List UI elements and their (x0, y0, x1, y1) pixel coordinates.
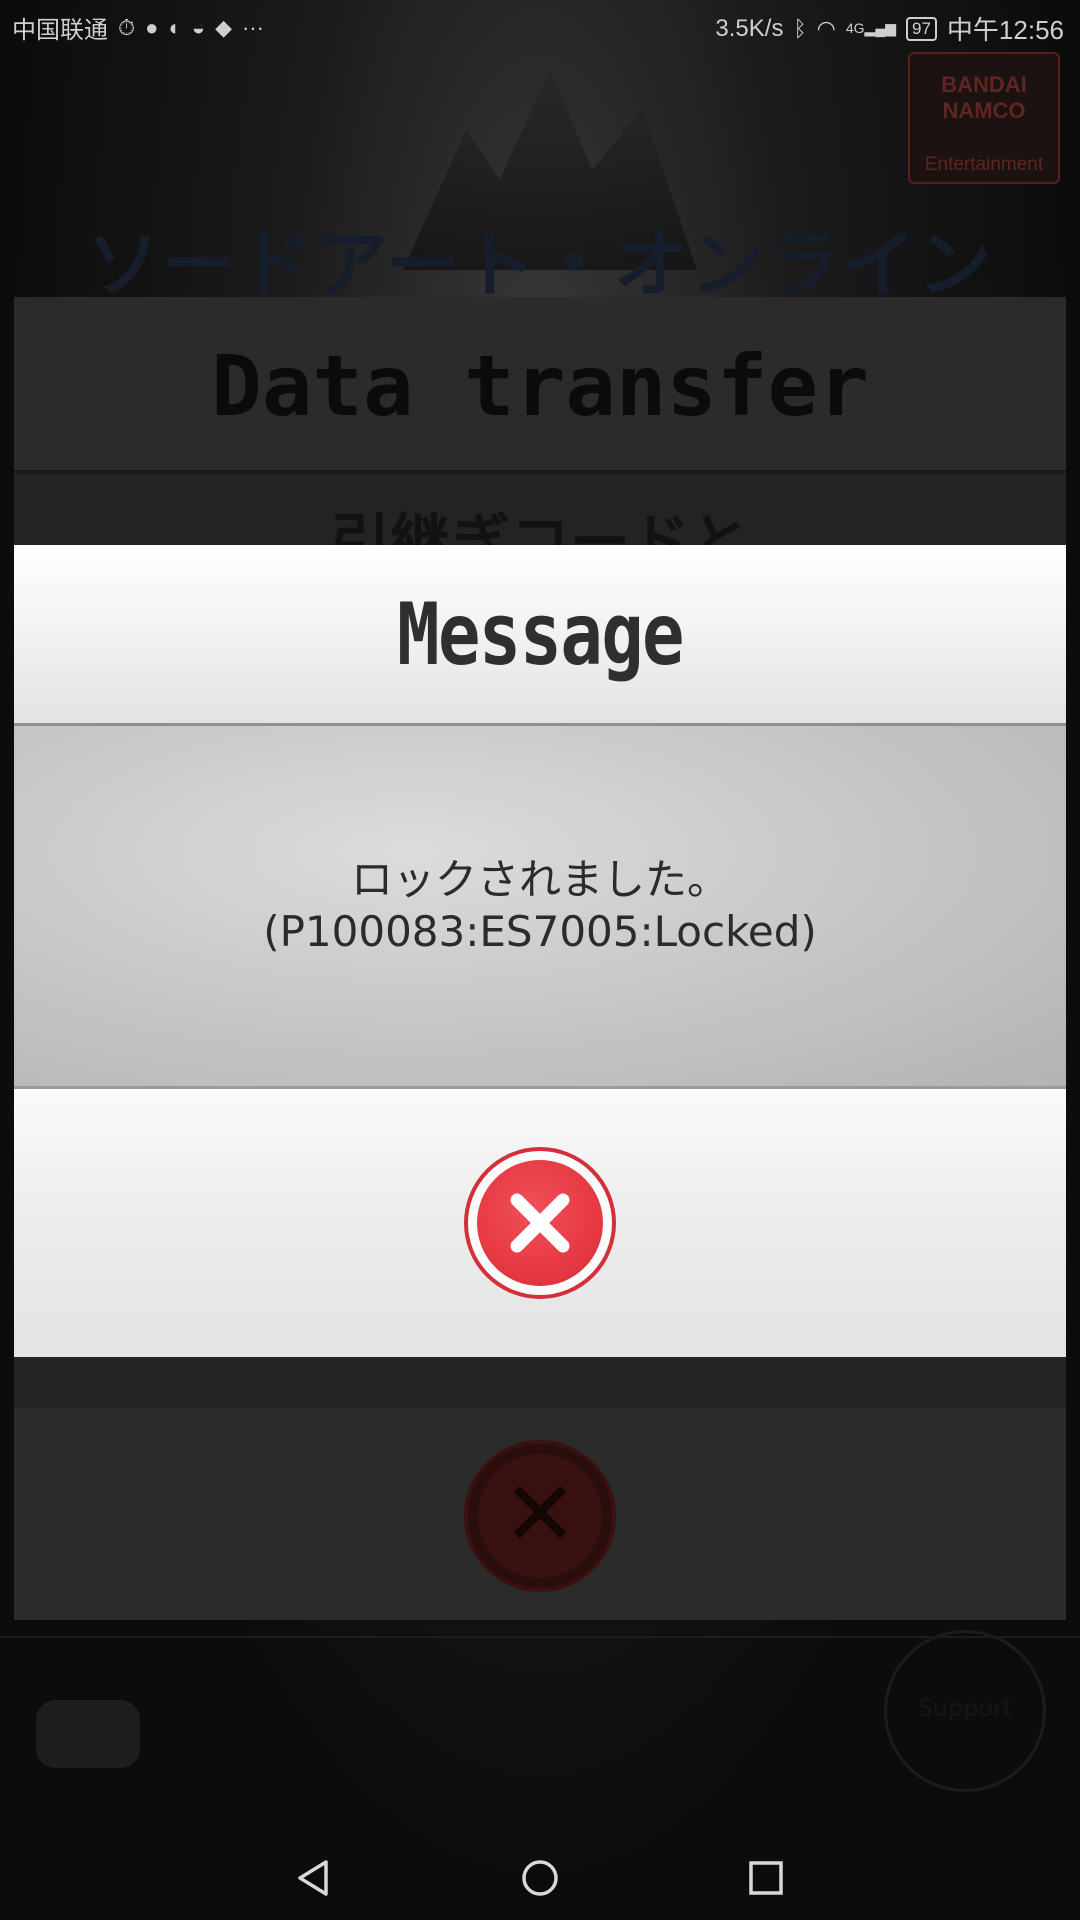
app-notification-icon: ◐ (168, 14, 182, 40)
recents-button[interactable] (738, 1850, 794, 1906)
clock: 中午12:56 (946, 15, 1064, 45)
support-label: Support (917, 1694, 1013, 1722)
close-x-icon (510, 1193, 570, 1253)
game-title-logo: ソードアート・オンライン (86, 222, 994, 308)
logo-text-1: BANDAI (941, 72, 1027, 97)
message-dialog: Message ロックされました。 (P100083:ES7005:Locked… (14, 545, 1066, 1357)
background-close-icon: ✕ (502, 1462, 578, 1567)
logo-text-2: NAMCO (942, 98, 1026, 123)
recents-square-icon (749, 1861, 783, 1895)
home-circle-icon (522, 1860, 558, 1896)
error-code: (P100083:ES7005:Locked) (263, 907, 817, 956)
signal-icon: 4G▂▄▆ (845, 20, 896, 36)
dialog-header: Message (14, 545, 1066, 726)
battery-level: 97 (912, 18, 931, 38)
status-bar: 中国联通 ⏱ ● ◐ ◒ ◆ ··· 3.5K/s ᛒ ◠ 4G▂▄▆ 97 中… (0, 0, 1080, 50)
wifi-icon: ◠ (816, 15, 836, 41)
back-button[interactable] (286, 1850, 342, 1906)
carrier-name: 中国联通 (12, 17, 108, 44)
more-notifications-icon: ··· (241, 14, 264, 40)
bluetooth-icon: ᛒ (793, 15, 807, 41)
gamepad-icon (36, 1700, 140, 1768)
support-button: Support (884, 1630, 1046, 1792)
background-panel-title: Data transfer (211, 337, 869, 435)
background-panel-header: Data transfer (14, 297, 1066, 474)
dialog-title: Message (397, 585, 684, 685)
divider (0, 1636, 1080, 1638)
headset-icon: ◒ (191, 14, 206, 40)
background-close-button: ✕ (464, 1440, 616, 1592)
dialog-message: ロックされました。 (P100083:ES7005:Locked) (14, 854, 1066, 958)
network-speed: 3.5K/s (715, 14, 784, 42)
publisher-logo: BANDAI NAMCO Entertainment (908, 52, 1060, 184)
signal-type: 4G (845, 20, 865, 36)
logo-text-3: Entertainment (924, 154, 1044, 175)
notification-dot-icon: ● (145, 14, 159, 40)
home-button[interactable] (512, 1850, 568, 1906)
navigation-bar (0, 1832, 1080, 1920)
shield-icon: ◆ (215, 14, 232, 40)
dialog-footer (14, 1089, 1066, 1357)
close-button[interactable] (464, 1147, 616, 1299)
battery-icon: 97 (906, 16, 937, 41)
dialog-body: ロックされました。 (P100083:ES7005:Locked) (14, 726, 1066, 1089)
message-text: ロックされました。 (350, 855, 729, 904)
alarm-icon: ⏱ (118, 14, 136, 40)
back-triangle-icon (298, 1860, 328, 1896)
